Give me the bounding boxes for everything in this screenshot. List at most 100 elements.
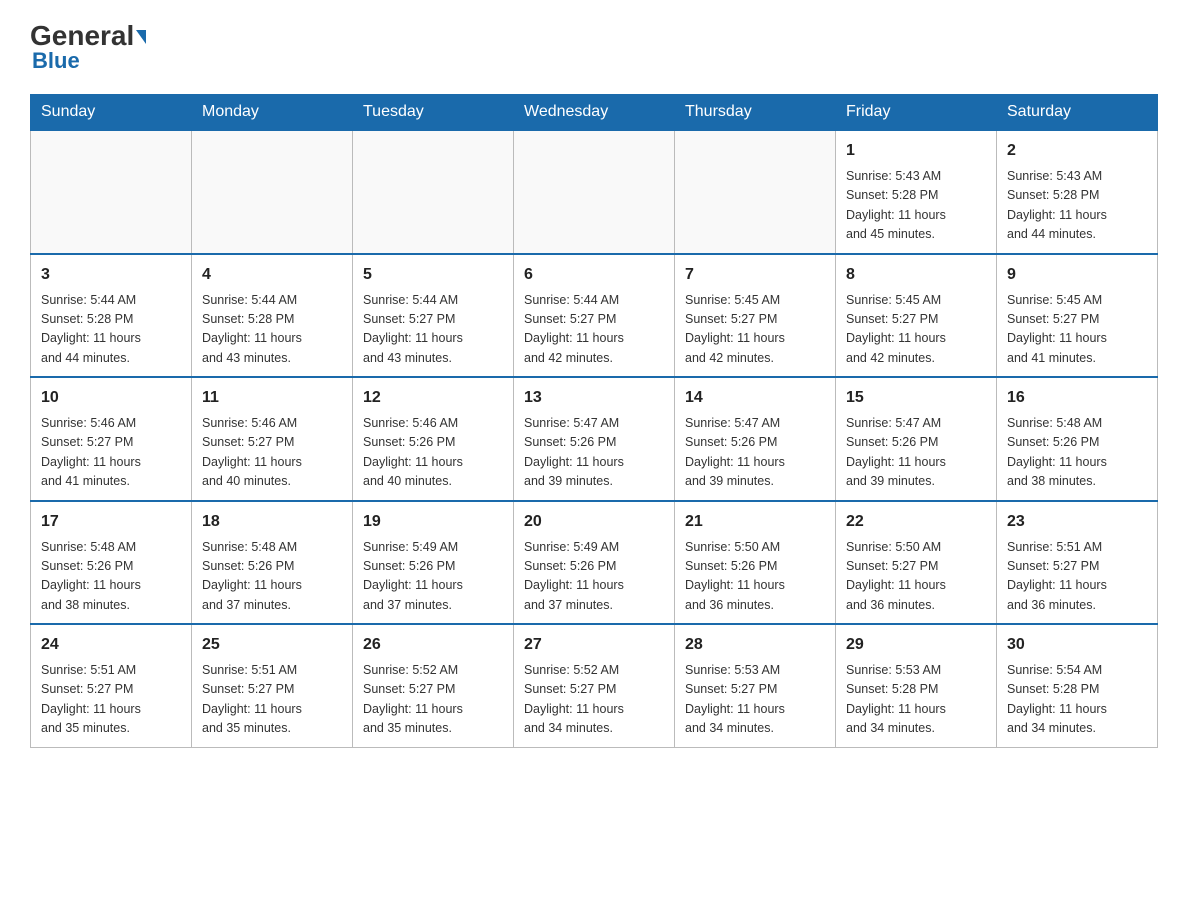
day-number: 10 (41, 386, 181, 410)
day-number: 3 (41, 263, 181, 287)
day-info: Sunrise: 5:49 AM Sunset: 5:26 PM Dayligh… (363, 538, 503, 616)
day-number: 24 (41, 633, 181, 657)
day-of-week-header: Friday (836, 95, 997, 131)
week-row: 10 Sunrise: 5:46 AM Sunset: 5:27 PM Dayli… (31, 377, 1158, 501)
logo-arrow-icon (136, 30, 146, 44)
day-info: Sunrise: 5:51 AM Sunset: 5:27 PM Dayligh… (1007, 538, 1147, 616)
day-number: 7 (685, 263, 825, 287)
calendar-cell: 19 Sunrise: 5:49 AM Sunset: 5:26 PM Dayli… (353, 501, 514, 625)
day-info: Sunrise: 5:44 AM Sunset: 5:27 PM Dayligh… (363, 291, 503, 369)
day-number: 23 (1007, 510, 1147, 534)
day-info: Sunrise: 5:49 AM Sunset: 5:26 PM Dayligh… (524, 538, 664, 616)
day-info: Sunrise: 5:50 AM Sunset: 5:26 PM Dayligh… (685, 538, 825, 616)
calendar-cell: 30 Sunrise: 5:54 AM Sunset: 5:28 PM Dayli… (997, 624, 1158, 747)
calendar-cell: 27 Sunrise: 5:52 AM Sunset: 5:27 PM Dayli… (514, 624, 675, 747)
day-info: Sunrise: 5:45 AM Sunset: 5:27 PM Dayligh… (846, 291, 986, 369)
calendar-cell: 5 Sunrise: 5:44 AM Sunset: 5:27 PM Daylig… (353, 254, 514, 378)
day-number: 16 (1007, 386, 1147, 410)
page-header: General Blue (30, 20, 1158, 74)
day-of-week-header: Monday (192, 95, 353, 131)
day-info: Sunrise: 5:44 AM Sunset: 5:27 PM Dayligh… (524, 291, 664, 369)
week-row: 3 Sunrise: 5:44 AM Sunset: 5:28 PM Daylig… (31, 254, 1158, 378)
day-number: 29 (846, 633, 986, 657)
day-number: 11 (202, 386, 342, 410)
day-info: Sunrise: 5:52 AM Sunset: 5:27 PM Dayligh… (363, 661, 503, 739)
day-info: Sunrise: 5:44 AM Sunset: 5:28 PM Dayligh… (41, 291, 181, 369)
calendar-cell: 3 Sunrise: 5:44 AM Sunset: 5:28 PM Daylig… (31, 254, 192, 378)
day-info: Sunrise: 5:46 AM Sunset: 5:26 PM Dayligh… (363, 414, 503, 492)
day-number: 25 (202, 633, 342, 657)
calendar-cell: 16 Sunrise: 5:48 AM Sunset: 5:26 PM Dayli… (997, 377, 1158, 501)
logo-blue-label: Blue (32, 48, 80, 74)
day-number: 27 (524, 633, 664, 657)
week-row: 17 Sunrise: 5:48 AM Sunset: 5:26 PM Dayli… (31, 501, 1158, 625)
day-number: 5 (363, 263, 503, 287)
day-number: 15 (846, 386, 986, 410)
day-number: 14 (685, 386, 825, 410)
day-number: 26 (363, 633, 503, 657)
day-info: Sunrise: 5:46 AM Sunset: 5:27 PM Dayligh… (41, 414, 181, 492)
day-info: Sunrise: 5:48 AM Sunset: 5:26 PM Dayligh… (202, 538, 342, 616)
calendar-cell: 9 Sunrise: 5:45 AM Sunset: 5:27 PM Daylig… (997, 254, 1158, 378)
calendar-cell: 13Sunrise: 5:47 AM Sunset: 5:26 PM Dayli… (514, 377, 675, 501)
day-info: Sunrise: 5:51 AM Sunset: 5:27 PM Dayligh… (202, 661, 342, 739)
week-row: 24 Sunrise: 5:51 AM Sunset: 5:27 PM Dayli… (31, 624, 1158, 747)
day-info: Sunrise: 5:53 AM Sunset: 5:28 PM Dayligh… (846, 661, 986, 739)
day-info: Sunrise: 5:52 AM Sunset: 5:27 PM Dayligh… (524, 661, 664, 739)
calendar-cell: 4 Sunrise: 5:44 AM Sunset: 5:28 PM Daylig… (192, 254, 353, 378)
day-info: Sunrise: 5:45 AM Sunset: 5:27 PM Dayligh… (685, 291, 825, 369)
logo: General Blue (30, 20, 146, 74)
day-info: Sunrise: 5:48 AM Sunset: 5:26 PM Dayligh… (41, 538, 181, 616)
calendar-cell: 7 Sunrise: 5:45 AM Sunset: 5:27 PM Daylig… (675, 254, 836, 378)
day-number: 19 (363, 510, 503, 534)
week-row: 1Sunrise: 5:43 AM Sunset: 5:28 PM Daylig… (31, 130, 1158, 254)
calendar-cell: 1Sunrise: 5:43 AM Sunset: 5:28 PM Daylig… (836, 130, 997, 254)
day-info: Sunrise: 5:46 AM Sunset: 5:27 PM Dayligh… (202, 414, 342, 492)
calendar-header-row: SundayMondayTuesdayWednesdayThursdayFrid… (31, 95, 1158, 131)
day-number: 28 (685, 633, 825, 657)
day-info: Sunrise: 5:47 AM Sunset: 5:26 PM Dayligh… (524, 414, 664, 492)
calendar-cell: 28 Sunrise: 5:53 AM Sunset: 5:27 PM Dayli… (675, 624, 836, 747)
calendar-cell: 8 Sunrise: 5:45 AM Sunset: 5:27 PM Daylig… (836, 254, 997, 378)
calendar-cell: 26 Sunrise: 5:52 AM Sunset: 5:27 PM Dayli… (353, 624, 514, 747)
day-number: 9 (1007, 263, 1147, 287)
day-info: Sunrise: 5:45 AM Sunset: 5:27 PM Dayligh… (1007, 291, 1147, 369)
day-info: Sunrise: 5:54 AM Sunset: 5:28 PM Dayligh… (1007, 661, 1147, 739)
day-number: 4 (202, 263, 342, 287)
day-info: Sunrise: 5:51 AM Sunset: 5:27 PM Dayligh… (41, 661, 181, 739)
calendar-cell: 2Sunrise: 5:43 AM Sunset: 5:28 PM Daylig… (997, 130, 1158, 254)
day-of-week-header: Tuesday (353, 95, 514, 131)
day-info: Sunrise: 5:47 AM Sunset: 5:26 PM Dayligh… (846, 414, 986, 492)
day-number: 6 (524, 263, 664, 287)
day-number: 17 (41, 510, 181, 534)
calendar-cell (514, 130, 675, 254)
day-of-week-header: Sunday (31, 95, 192, 131)
day-of-week-header: Saturday (997, 95, 1158, 131)
day-number: 12 (363, 386, 503, 410)
day-info: Sunrise: 5:44 AM Sunset: 5:28 PM Dayligh… (202, 291, 342, 369)
calendar-cell: 10 Sunrise: 5:46 AM Sunset: 5:27 PM Dayli… (31, 377, 192, 501)
calendar-cell (675, 130, 836, 254)
calendar-cell: 24 Sunrise: 5:51 AM Sunset: 5:27 PM Dayli… (31, 624, 192, 747)
calendar-cell: 11 Sunrise: 5:46 AM Sunset: 5:27 PM Dayli… (192, 377, 353, 501)
day-number: 8 (846, 263, 986, 287)
calendar-cell: 12 Sunrise: 5:46 AM Sunset: 5:26 PM Dayli… (353, 377, 514, 501)
calendar-cell: 25 Sunrise: 5:51 AM Sunset: 5:27 PM Dayli… (192, 624, 353, 747)
day-info: Sunrise: 5:48 AM Sunset: 5:26 PM Dayligh… (1007, 414, 1147, 492)
calendar-cell: 15 Sunrise: 5:47 AM Sunset: 5:26 PM Dayli… (836, 377, 997, 501)
calendar-table: SundayMondayTuesdayWednesdayThursdayFrid… (30, 94, 1158, 748)
day-of-week-header: Thursday (675, 95, 836, 131)
calendar-cell: 14Sunrise: 5:47 AM Sunset: 5:26 PM Dayli… (675, 377, 836, 501)
day-number: 18 (202, 510, 342, 534)
calendar-cell: 23 Sunrise: 5:51 AM Sunset: 5:27 PM Dayli… (997, 501, 1158, 625)
day-info: Sunrise: 5:53 AM Sunset: 5:27 PM Dayligh… (685, 661, 825, 739)
day-number: 22 (846, 510, 986, 534)
calendar-cell: 6 Sunrise: 5:44 AM Sunset: 5:27 PM Daylig… (514, 254, 675, 378)
day-number: 20 (524, 510, 664, 534)
calendar-cell: 18 Sunrise: 5:48 AM Sunset: 5:26 PM Dayli… (192, 501, 353, 625)
day-number: 30 (1007, 633, 1147, 657)
day-of-week-header: Wednesday (514, 95, 675, 131)
calendar-cell: 22Sunrise: 5:50 AM Sunset: 5:27 PM Dayli… (836, 501, 997, 625)
calendar-cell (31, 130, 192, 254)
calendar-cell: 20 Sunrise: 5:49 AM Sunset: 5:26 PM Dayli… (514, 501, 675, 625)
